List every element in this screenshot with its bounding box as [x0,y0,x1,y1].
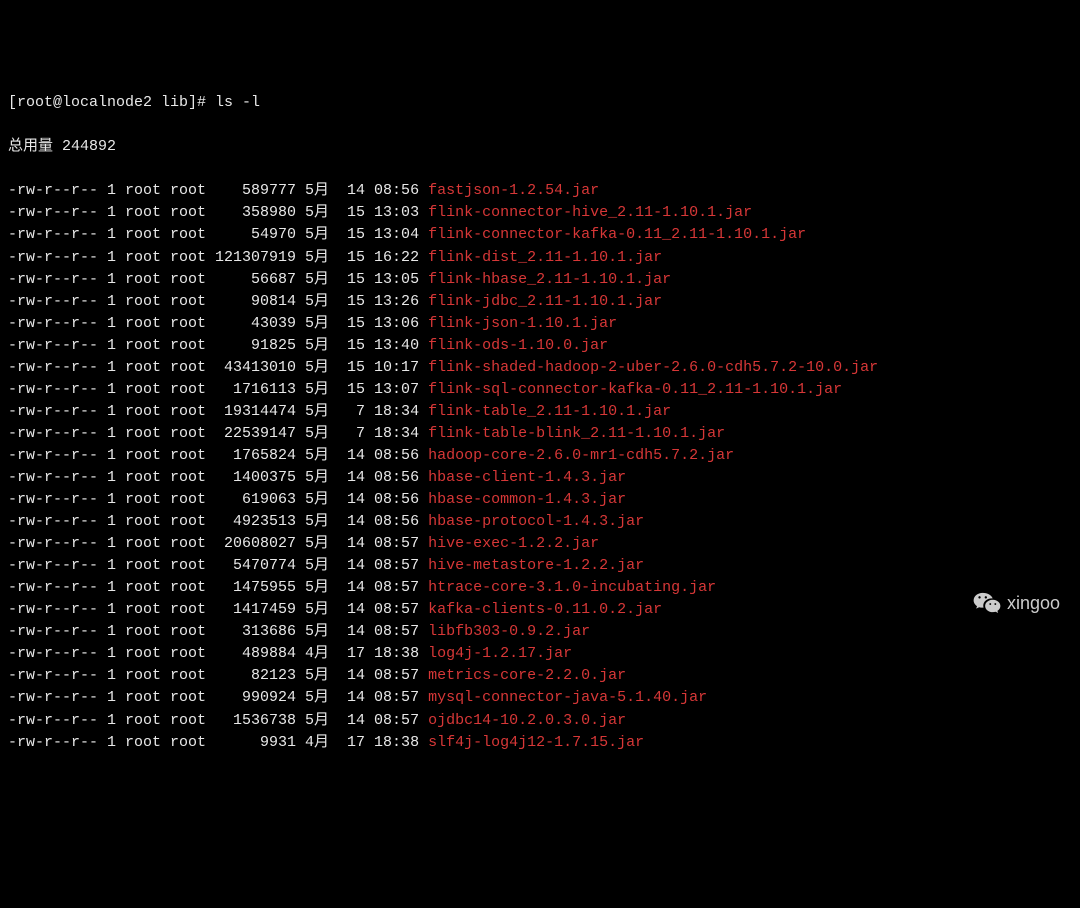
file-attrs: -rw-r--r-- 1 root root 1765824 5月 14 08:… [8,445,428,467]
shell-prompt: [root@localnode2 lib]# ls -l [8,92,1072,114]
file-attrs: -rw-r--r-- 1 root root 90814 5月 15 13:26 [8,291,428,313]
file-row: -rw-r--r-- 1 root root 589777 5月 14 08:5… [8,180,1072,202]
file-attrs: -rw-r--r-- 1 root root 121307919 5月 15 1… [8,247,428,269]
file-row: -rw-r--r-- 1 root root 1536738 5月 14 08:… [8,710,1072,732]
file-attrs: -rw-r--r-- 1 root root 619063 5月 14 08:5… [8,489,428,511]
file-attrs: -rw-r--r-- 1 root root 91825 5月 15 13:40 [8,335,428,357]
file-attrs: -rw-r--r-- 1 root root 1475955 5月 14 08:… [8,577,428,599]
file-attrs: -rw-r--r-- 1 root root 22539147 5月 7 18:… [8,423,428,445]
file-row: -rw-r--r-- 1 root root 121307919 5月 15 1… [8,247,1072,269]
file-name: flink-connector-hive_2.11-1.10.1.jar [428,202,752,224]
file-name: flink-connector-kafka-0.11_2.11-1.10.1.j… [428,224,806,246]
file-row: -rw-r--r-- 1 root root 22539147 5月 7 18:… [8,423,1072,445]
file-name: ojdbc14-10.2.0.3.0.jar [428,710,626,732]
file-name: flink-table_2.11-1.10.1.jar [428,401,671,423]
file-row: -rw-r--r-- 1 root root 19314474 5月 7 18:… [8,401,1072,423]
file-row: -rw-r--r-- 1 root root 43039 5月 15 13:06… [8,313,1072,335]
file-attrs: -rw-r--r-- 1 root root 489884 4月 17 18:3… [8,643,428,665]
file-name: log4j-1.2.17.jar [428,643,572,665]
file-row: -rw-r--r-- 1 root root 358980 5月 15 13:0… [8,202,1072,224]
file-listing: -rw-r--r-- 1 root root 589777 5月 14 08:5… [8,180,1072,753]
file-attrs: -rw-r--r-- 1 root root 1536738 5月 14 08:… [8,710,428,732]
file-attrs: -rw-r--r-- 1 root root 358980 5月 15 13:0… [8,202,428,224]
ls-total: 总用量 244892 [8,136,1072,158]
file-name: metrics-core-2.2.0.jar [428,665,626,687]
file-name: hbase-client-1.4.3.jar [428,467,626,489]
file-row: -rw-r--r-- 1 root root 4923513 5月 14 08:… [8,511,1072,533]
file-attrs: -rw-r--r-- 1 root root 82123 5月 14 08:57 [8,665,428,687]
file-attrs: -rw-r--r-- 1 root root 313686 5月 14 08:5… [8,621,428,643]
file-name: libfb303-0.9.2.jar [428,621,590,643]
file-attrs: -rw-r--r-- 1 root root 9931 4月 17 18:38 [8,732,428,754]
file-attrs: -rw-r--r-- 1 root root 19314474 5月 7 18:… [8,401,428,423]
file-row: -rw-r--r-- 1 root root 313686 5月 14 08:5… [8,621,1072,643]
file-name: kafka-clients-0.11.0.2.jar [428,599,662,621]
file-attrs: -rw-r--r-- 1 root root 54970 5月 15 13:04 [8,224,428,246]
file-attrs: -rw-r--r-- 1 root root 990924 5月 14 08:5… [8,687,428,709]
file-attrs: -rw-r--r-- 1 root root 43039 5月 15 13:06 [8,313,428,335]
file-name: fastjson-1.2.54.jar [428,180,599,202]
file-row: -rw-r--r-- 1 root root 9931 4月 17 18:38 … [8,732,1072,754]
file-row: -rw-r--r-- 1 root root 990924 5月 14 08:5… [8,687,1072,709]
file-name: hive-metastore-1.2.2.jar [428,555,644,577]
file-row: -rw-r--r-- 1 root root 1417459 5月 14 08:… [8,599,1072,621]
file-name: flink-ods-1.10.0.jar [428,335,608,357]
file-attrs: -rw-r--r-- 1 root root 1417459 5月 14 08:… [8,599,428,621]
file-name: flink-sql-connector-kafka-0.11_2.11-1.10… [428,379,842,401]
file-attrs: -rw-r--r-- 1 root root 589777 5月 14 08:5… [8,180,428,202]
file-name: htrace-core-3.1.0-incubating.jar [428,577,716,599]
file-row: -rw-r--r-- 1 root root 1475955 5月 14 08:… [8,577,1072,599]
file-attrs: -rw-r--r-- 1 root root 1716113 5月 15 13:… [8,379,428,401]
file-name: hive-exec-1.2.2.jar [428,533,599,555]
file-attrs: -rw-r--r-- 1 root root 1400375 5月 14 08:… [8,467,428,489]
file-row: -rw-r--r-- 1 root root 43413010 5月 15 10… [8,357,1072,379]
file-row: -rw-r--r-- 1 root root 619063 5月 14 08:5… [8,489,1072,511]
file-attrs: -rw-r--r-- 1 root root 56687 5月 15 13:05 [8,269,428,291]
file-name: flink-json-1.10.1.jar [428,313,617,335]
file-row: -rw-r--r-- 1 root root 91825 5月 15 13:40… [8,335,1072,357]
watermark: xingoo [973,590,1060,616]
file-name: flink-dist_2.11-1.10.1.jar [428,247,662,269]
file-name: slf4j-log4j12-1.7.15.jar [428,732,644,754]
file-row: -rw-r--r-- 1 root root 20608027 5月 14 08… [8,533,1072,555]
file-name: flink-jdbc_2.11-1.10.1.jar [428,291,662,313]
file-name: flink-hbase_2.11-1.10.1.jar [428,269,671,291]
file-name: hbase-common-1.4.3.jar [428,489,626,511]
file-attrs: -rw-r--r-- 1 root root 20608027 5月 14 08… [8,533,428,555]
file-row: -rw-r--r-- 1 root root 1716113 5月 15 13:… [8,379,1072,401]
file-name: flink-table-blink_2.11-1.10.1.jar [428,423,725,445]
file-row: -rw-r--r-- 1 root root 82123 5月 14 08:57… [8,665,1072,687]
file-row: -rw-r--r-- 1 root root 56687 5月 15 13:05… [8,269,1072,291]
file-row: -rw-r--r-- 1 root root 489884 4月 17 18:3… [8,643,1072,665]
file-row: -rw-r--r-- 1 root root 5470774 5月 14 08:… [8,555,1072,577]
file-row: -rw-r--r-- 1 root root 1400375 5月 14 08:… [8,467,1072,489]
file-name: hbase-protocol-1.4.3.jar [428,511,644,533]
file-attrs: -rw-r--r-- 1 root root 5470774 5月 14 08:… [8,555,428,577]
file-name: hadoop-core-2.6.0-mr1-cdh5.7.2.jar [428,445,734,467]
file-row: -rw-r--r-- 1 root root 90814 5月 15 13:26… [8,291,1072,313]
file-attrs: -rw-r--r-- 1 root root 4923513 5月 14 08:… [8,511,428,533]
file-row: -rw-r--r-- 1 root root 54970 5月 15 13:04… [8,224,1072,246]
file-row: -rw-r--r-- 1 root root 1765824 5月 14 08:… [8,445,1072,467]
wechat-icon [973,591,1001,615]
file-name: flink-shaded-hadoop-2-uber-2.6.0-cdh5.7.… [428,357,878,379]
file-name: mysql-connector-java-5.1.40.jar [428,687,707,709]
watermark-text: xingoo [1007,590,1060,616]
file-attrs: -rw-r--r-- 1 root root 43413010 5月 15 10… [8,357,428,379]
